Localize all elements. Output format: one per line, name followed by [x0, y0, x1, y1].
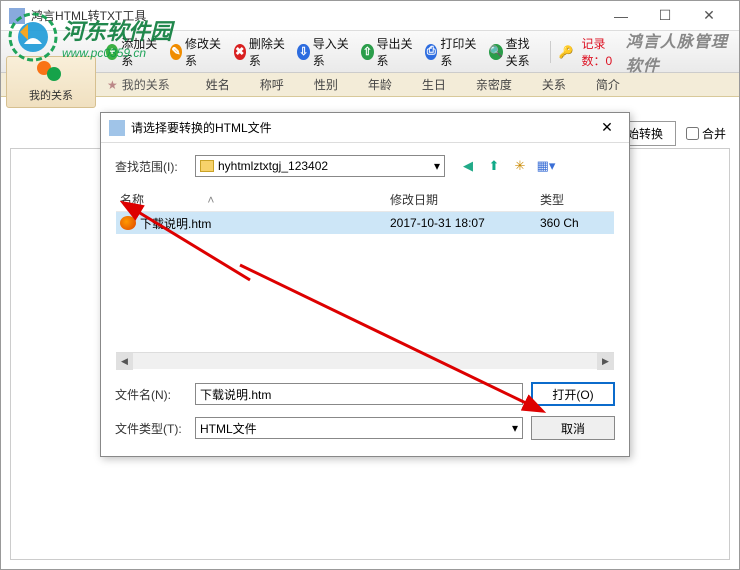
- folder-icon: [200, 160, 214, 172]
- merge-checkbox-wrap[interactable]: 合并: [686, 125, 726, 142]
- dialog-titlebar: 请选择要转换的HTML文件 ✕: [101, 113, 629, 143]
- file-type: 360 Ch: [540, 216, 610, 230]
- sidebar-my-relations[interactable]: 我的关系: [6, 56, 96, 108]
- dialog-close-button[interactable]: ✕: [593, 116, 621, 140]
- chevron-down-icon: ▾: [512, 421, 518, 435]
- sort-indicator-icon: ˄: [207, 193, 214, 207]
- col-relation: 关系: [542, 76, 566, 93]
- list-body: 下载说明.htm 2017-10-31 18:07 360 Ch: [116, 212, 614, 352]
- new-folder-icon[interactable]: ✳: [511, 157, 529, 175]
- back-icon[interactable]: ◀: [459, 157, 477, 175]
- column-header-row: ★我的关系 姓名 称呼 性别 年龄 生日 亲密度 关系 简介: [1, 73, 739, 97]
- window-controls: — ☐ ✕: [599, 2, 731, 30]
- export-relation-button[interactable]: ⇧导出关系: [356, 32, 418, 72]
- record-count: 记录数：0: [582, 35, 624, 69]
- delete-icon: ✖: [234, 44, 246, 60]
- close-button[interactable]: ✕: [687, 2, 731, 30]
- filename-input[interactable]: [195, 383, 523, 405]
- col-age: 年龄: [368, 76, 392, 93]
- export-icon: ⇧: [361, 44, 373, 60]
- import-relation-button[interactable]: ⇩导入关系: [292, 32, 354, 72]
- edit-relation-button[interactable]: ✎修改关系: [165, 32, 227, 72]
- tab-my-relations[interactable]: ★我的关系: [101, 74, 176, 95]
- filetype-select[interactable]: HTML文件 ▾: [195, 417, 523, 439]
- file-open-dialog: 请选择要转换的HTML文件 ✕ 查找范围(I): hyhtmlztxtgj_12…: [100, 112, 630, 457]
- dialog-icon: [109, 120, 125, 136]
- people-icon: [37, 61, 65, 83]
- key-icon: 🔑: [559, 45, 574, 59]
- maximize-button[interactable]: ☐: [643, 2, 687, 30]
- filetype-label: 文件类型(T):: [115, 420, 187, 437]
- file-name: 下载说明.htm: [140, 215, 390, 232]
- cancel-button[interactable]: 取消: [531, 416, 615, 440]
- lookin-select[interactable]: hyhtmlztxtgj_123402 ▾: [195, 155, 445, 177]
- print-relation-button[interactable]: ⎙打印关系: [420, 32, 482, 72]
- star-icon: ★: [107, 78, 118, 92]
- watermark-url: www.pc0359.cn: [62, 46, 172, 60]
- file-row[interactable]: 下载说明.htm 2017-10-31 18:07 360 Ch: [116, 212, 614, 234]
- header-date[interactable]: 修改日期: [390, 191, 540, 208]
- merge-label: 合并: [702, 125, 726, 142]
- col-nickname: 称呼: [260, 76, 284, 93]
- col-birthday: 生日: [422, 76, 446, 93]
- import-icon: ⇩: [297, 44, 309, 60]
- col-name: 姓名: [206, 76, 230, 93]
- col-gender: 性别: [314, 76, 338, 93]
- list-header: 名称 ˄ 修改日期 类型: [116, 188, 614, 212]
- print-icon: ⎙: [425, 44, 437, 60]
- lookin-label: 查找范围(I):: [115, 158, 187, 175]
- search-icon: 🔍: [489, 44, 503, 60]
- html-file-icon: [120, 216, 136, 230]
- minimize-button[interactable]: —: [599, 2, 643, 30]
- separator: [550, 41, 551, 63]
- find-relation-button[interactable]: 🔍查找关系: [484, 32, 546, 72]
- scroll-right-icon[interactable]: ▶: [597, 353, 614, 370]
- header-name[interactable]: 名称 ˄: [120, 191, 390, 208]
- file-list: 名称 ˄ 修改日期 类型 下载说明.htm 2017-10-31 18:07 3…: [115, 187, 615, 370]
- scroll-track[interactable]: [133, 353, 597, 369]
- watermark: 河东软件园 www.pc0359.cn: [8, 12, 172, 62]
- delete-relation-button[interactable]: ✖删除关系: [229, 32, 291, 72]
- brand-text: 鸿言人脉管理软件: [626, 28, 731, 76]
- header-type[interactable]: 类型: [540, 191, 610, 208]
- open-button[interactable]: 打开(O): [531, 382, 615, 406]
- dialog-title: 请选择要转换的HTML文件: [131, 119, 593, 136]
- file-date: 2017-10-31 18:07: [390, 216, 540, 230]
- chevron-down-icon: ▾: [434, 159, 440, 173]
- horizontal-scrollbar[interactable]: ◀ ▶: [116, 352, 614, 369]
- watermark-title: 河东软件园: [62, 14, 172, 46]
- scroll-left-icon[interactable]: ◀: [116, 353, 133, 370]
- col-intro: 简介: [596, 76, 620, 93]
- view-menu-icon[interactable]: ▦▾: [537, 157, 555, 175]
- filename-label: 文件名(N):: [115, 386, 187, 403]
- merge-checkbox[interactable]: [686, 127, 699, 140]
- col-closeness: 亲密度: [476, 76, 512, 93]
- up-folder-icon[interactable]: ⬆: [485, 157, 503, 175]
- watermark-logo-icon: [8, 12, 58, 62]
